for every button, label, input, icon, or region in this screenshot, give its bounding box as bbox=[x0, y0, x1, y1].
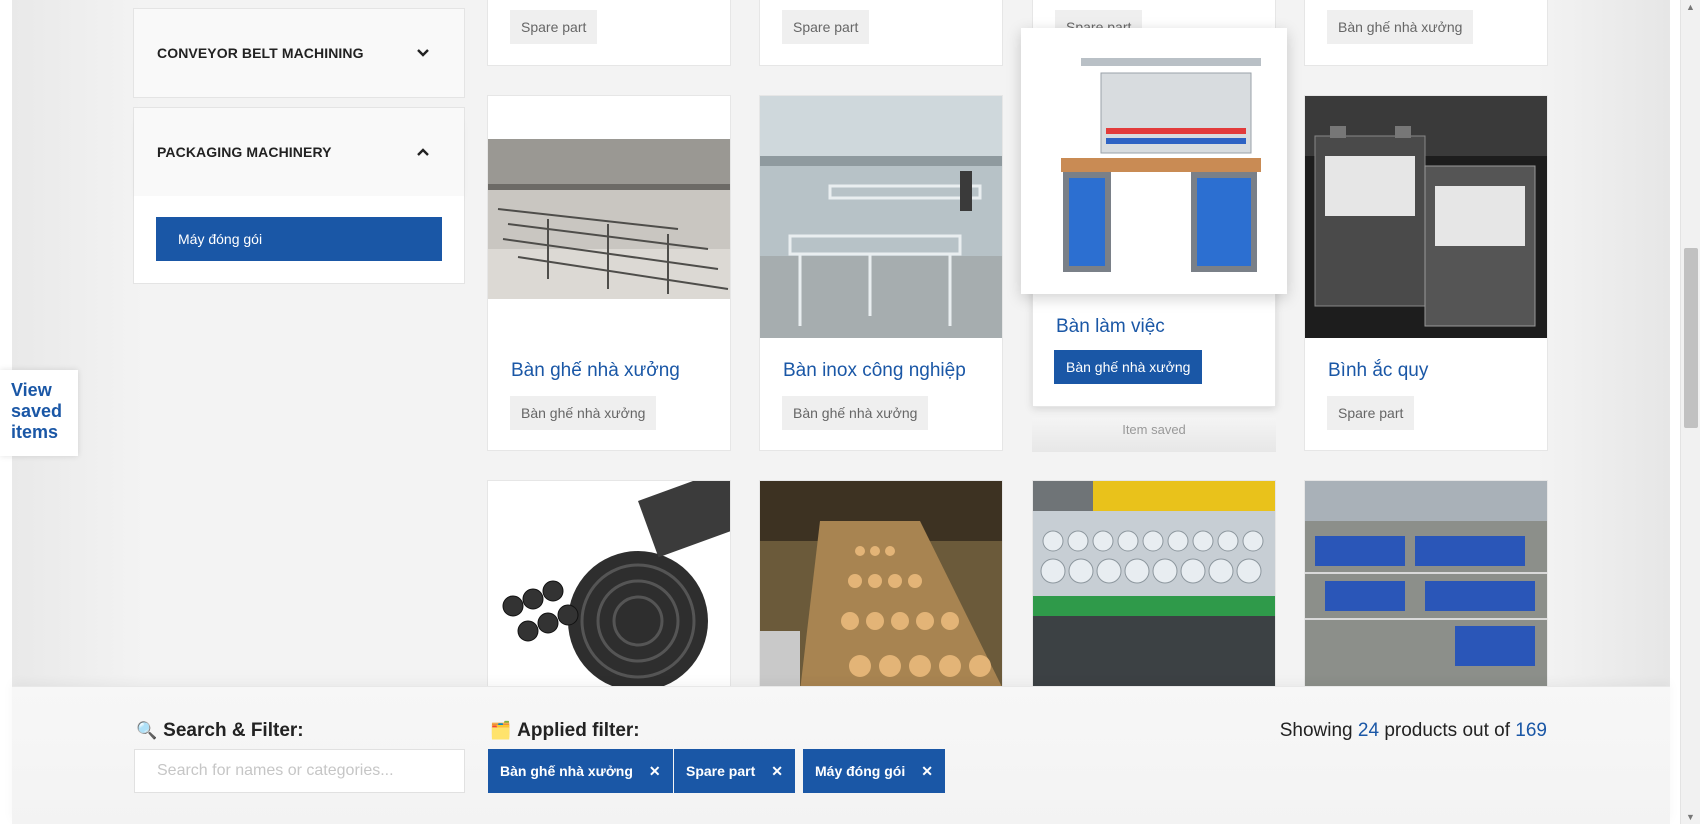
category-tag[interactable]: Bàn ghế nhà xưởng bbox=[782, 396, 929, 430]
accordion-packaging[interactable]: PACKAGING MACHINERY Máy đóng gói bbox=[133, 107, 465, 284]
accordion-label: PACKAGING MACHINERY bbox=[157, 144, 332, 160]
showing-mid: products out of bbox=[1384, 720, 1511, 741]
showing-prefix: Showing bbox=[1279, 720, 1353, 741]
chevron-up-icon bbox=[416, 145, 430, 160]
chevron-down-icon bbox=[416, 46, 430, 61]
accordion-body: Máy đóng gói bbox=[134, 196, 464, 283]
accordion-header-conveyor[interactable]: CONVEYOR BELT MACHINING bbox=[134, 9, 464, 97]
showing-count: 24 bbox=[1357, 720, 1380, 741]
applied-filter-label: 🗂️ Applied filter: bbox=[490, 720, 640, 742]
category-tag[interactable]: Spare part bbox=[1327, 396, 1415, 430]
product-title[interactable]: Bình ắc quy bbox=[1328, 360, 1428, 382]
category-tag-active[interactable]: Bàn ghế nhà xưởng bbox=[1054, 350, 1203, 384]
accordion-header-packaging[interactable]: PACKAGING MACHINERY bbox=[134, 108, 464, 196]
search-input[interactable] bbox=[134, 749, 465, 793]
search-filter-label: 🔍 Search & Filter: bbox=[136, 720, 304, 742]
showing-total: 169 bbox=[1515, 720, 1547, 741]
product-card[interactable] bbox=[1032, 480, 1276, 690]
product-card[interactable]: Spare part bbox=[487, 0, 731, 66]
filter-chip[interactable]: Bàn ghế nhà xưởng ✕ bbox=[488, 749, 673, 793]
filter-chip[interactable]: Máy đóng gói ✕ bbox=[803, 749, 945, 793]
product-card[interactable]: Bàn ghế nhà xưởng bbox=[1304, 0, 1548, 66]
product-title[interactable]: Bàn inox công nghiệp bbox=[783, 360, 966, 382]
close-icon[interactable]: ✕ bbox=[921, 763, 933, 779]
product-image-stainless-table bbox=[760, 96, 1002, 338]
product-image-packaging-line bbox=[1305, 481, 1547, 689]
product-card[interactable] bbox=[759, 480, 1003, 690]
category-tag[interactable]: Spare part bbox=[782, 10, 870, 44]
saved-tab-line: View bbox=[11, 380, 52, 400]
category-tag[interactable]: Spare part bbox=[510, 10, 598, 44]
product-image-battery bbox=[1305, 96, 1547, 338]
folder-icon: 🗂️ bbox=[490, 721, 512, 740]
filter-chip-label: Spare part bbox=[686, 763, 756, 779]
product-title[interactable]: Bàn ghế nhà xưởng bbox=[511, 360, 680, 382]
category-tag[interactable]: Bàn ghế nhà xưởng bbox=[1327, 10, 1474, 44]
product-image-can-conveyor bbox=[1033, 481, 1275, 689]
scroll-thumb[interactable] bbox=[1684, 248, 1698, 428]
filter-chip-label: Bàn ghế nhà xưởng bbox=[500, 763, 633, 779]
saved-tab-line: saved bbox=[11, 401, 63, 421]
product-card[interactable]: Bàn ghế nhà xưởng Bàn ghế nhà xưởng bbox=[487, 95, 731, 451]
product-card[interactable]: Bàn inox công nghiệp Bàn ghế nhà xưởng bbox=[759, 95, 1003, 451]
results-count: Showing 24 products out of 169 bbox=[1280, 720, 1547, 742]
product-card[interactable] bbox=[487, 480, 731, 690]
accordion-label: CONVEYOR BELT MACHINING bbox=[157, 45, 364, 61]
saved-tab-line: items bbox=[11, 422, 59, 442]
filter-chip-label: Máy đóng gói bbox=[815, 763, 906, 779]
product-image-canteen bbox=[488, 139, 730, 299]
scroll-up-icon[interactable]: ▲ bbox=[1686, 2, 1695, 12]
product-card[interactable] bbox=[1304, 480, 1548, 690]
page-scrollbar[interactable]: ▲ ▼ bbox=[1680, 0, 1700, 824]
close-icon[interactable]: ✕ bbox=[771, 763, 783, 779]
item-saved-caption: Item saved bbox=[1032, 418, 1276, 452]
category-button-may-dong-goi[interactable]: Máy đóng gói bbox=[156, 217, 442, 261]
accordion-conveyor-belt[interactable]: CONVEYOR BELT MACHINING bbox=[133, 8, 465, 98]
search-filter-text: Search & Filter: bbox=[163, 720, 304, 741]
product-title[interactable]: Bàn làm việc bbox=[1056, 316, 1165, 338]
product-card[interactable]: Spare part bbox=[759, 0, 1003, 66]
close-icon[interactable]: ✕ bbox=[649, 763, 661, 779]
scroll-down-icon[interactable]: ▼ bbox=[1686, 812, 1695, 822]
product-image-workbench bbox=[1021, 28, 1287, 294]
magnifier-icon: 🔍 bbox=[136, 721, 158, 740]
product-image-biscuit-conveyor bbox=[760, 481, 1002, 689]
category-tag[interactable]: Bàn ghế nhà xưởng bbox=[510, 396, 657, 430]
product-image-foam-insulation bbox=[488, 481, 730, 689]
view-saved-items-tab[interactable]: View saved items bbox=[0, 370, 78, 456]
applied-filter-text: Applied filter: bbox=[517, 720, 640, 741]
filter-chip[interactable]: Spare part ✕ bbox=[674, 749, 795, 793]
product-card[interactable]: Bình ắc quy Spare part bbox=[1304, 95, 1548, 451]
